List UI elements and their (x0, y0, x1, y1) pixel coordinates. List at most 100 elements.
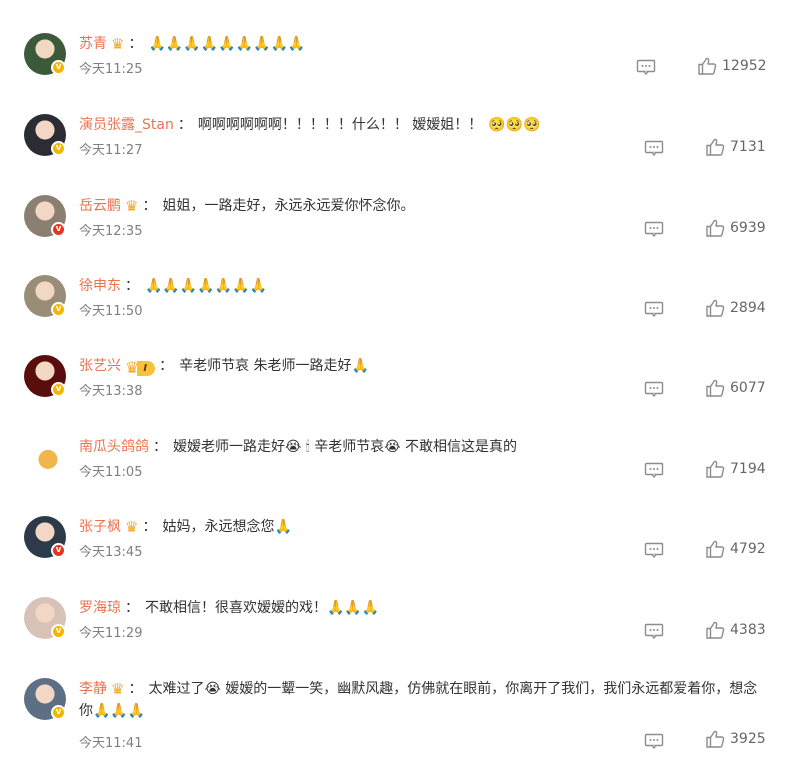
thumbs-up-icon (705, 540, 725, 558)
like-count: 6077 (730, 380, 766, 396)
comment-text-line: 岳云鹏 ♛： 姐姐，一路走好，永远永远爱你怀念你。 (79, 195, 760, 217)
timestamp: 今天11:27 (79, 143, 143, 158)
verified-v-icon: v (51, 302, 66, 317)
thumbs-up-icon (705, 379, 725, 397)
username-link[interactable]: 演员张露_Stan (79, 117, 174, 133)
comment-text: 不敢相信！很喜欢嫒嫒的戏！🙏🙏🙏 (145, 600, 380, 616)
comment-bubble-icon[interactable] (644, 542, 664, 558)
comment-item: v 演员张露_Stan： 啊啊啊啊啊啊！！！！！什么！！ 嫒嫒姐！！ 🥺🥺🥺 今天11:… (0, 114, 794, 194)
comment-text: 太难过了😭 嫒嫒的一颦一笑，幽默风趣，仿佛就在眼前，你离开了我们，我们永远都爱着… (79, 681, 758, 719)
timestamp: 今天12:35 (79, 224, 143, 239)
comment-text: 辛老师节哀 朱老师一路走好🙏 (179, 358, 369, 374)
username-link[interactable]: 南瓜头鸽鸽 (79, 439, 149, 455)
comment-item: 南瓜头鸽鸽： 嫒嫒老师一路走好😭 🕯 辛老师节哀😭 不敢相信这是真的今天11:05… (0, 436, 794, 516)
vip-level-label: I (137, 360, 156, 376)
crown-icon[interactable]: ♛ (111, 33, 124, 55)
verified-v-icon: v (51, 222, 66, 237)
comment-bubble-icon[interactable] (644, 301, 664, 317)
comment-text: 🙏🙏🙏🙏🙏🙏🙏 (145, 278, 268, 294)
separator-colon: ： (177, 117, 192, 133)
like-count: 4383 (730, 622, 766, 638)
separator-colon: ： (142, 519, 157, 535)
comment-bubble-icon[interactable] (644, 221, 664, 237)
thumbs-up-icon (705, 730, 725, 748)
crown-icon[interactable]: ♛ (111, 678, 124, 700)
crown-icon[interactable]: ♛ (125, 516, 138, 538)
like-count: 6939 (730, 220, 766, 236)
verified-v-icon: v (51, 624, 66, 639)
thumbs-up-icon (705, 621, 725, 639)
comment-text-line: 张子枫 ♛： 姑妈，永远想念您🙏 (79, 516, 760, 538)
avatar[interactable] (34, 444, 62, 472)
vip-badge[interactable]: ♛ I (125, 357, 156, 379)
timestamp: 今天11:50 (79, 304, 143, 319)
thumbs-up-icon (705, 219, 725, 237)
like-button[interactable]: 4383 (705, 620, 766, 640)
comment-bubble-icon[interactable] (644, 381, 664, 397)
like-count: 4792 (730, 541, 766, 557)
timestamp: 今天11:25 (79, 62, 143, 77)
comment-bubble-icon[interactable] (644, 462, 664, 478)
like-button[interactable]: 6939 (705, 218, 766, 238)
comment-text-line: 李静 ♛：太难过了😭 嫒嫒的一颦一笑，幽默风趣，仿佛就在眼前，你离开了我们，我们永… (79, 678, 760, 722)
comment-text: 🙏🙏🙏🙏🙏🙏🙏🙏🙏 (148, 36, 306, 52)
comment-bubble-icon[interactable] (644, 623, 664, 639)
like-count: 7131 (730, 139, 766, 155)
like-count: 2894 (730, 300, 766, 316)
separator-colon: ： (159, 358, 174, 374)
comment-bubble-icon[interactable] (636, 59, 656, 75)
separator-colon: ： (153, 439, 167, 455)
crown-icon[interactable]: ♛ (125, 195, 138, 217)
separator-colon: ： (142, 198, 157, 214)
username-link[interactable]: 张子枫 (79, 519, 121, 535)
username-link[interactable]: 罗海琼 (79, 600, 121, 616)
like-count: 7194 (730, 461, 766, 477)
verified-v-icon: v (51, 543, 66, 558)
like-button[interactable]: 7194 (705, 459, 766, 479)
like-button[interactable]: 4792 (705, 539, 766, 559)
comment-text: 嫒嫒老师一路走好😭 🕯 辛老师节哀😭 不敢相信这是真的 (173, 439, 518, 455)
timestamp: 今天11:05 (79, 465, 143, 480)
comment-item: v 苏青 ♛： 🙏🙏🙏🙏🙏🙏🙏🙏🙏 今天11:25 12952 (0, 33, 794, 113)
timestamp: 今天11:41 (79, 736, 143, 751)
comment-bubble-icon[interactable] (644, 140, 664, 156)
comment-item: v 岳云鹏 ♛： 姐姐，一路走好，永远永远爱你怀念你。今天12:35 6939 (0, 195, 794, 275)
verified-v-icon: v (51, 141, 66, 156)
thumbs-up-icon (697, 57, 717, 75)
separator-colon: ： (125, 600, 139, 616)
verified-v-icon: v (51, 60, 66, 75)
avatar-image (34, 444, 62, 472)
username-link[interactable]: 岳云鹏 (79, 198, 121, 214)
comment-text-line: 张艺兴 ♛ I： 辛老师节哀 朱老师一路走好🙏 (79, 355, 760, 379)
like-button[interactable]: 6077 (705, 378, 766, 398)
comment-text-line: 徐申东： 🙏🙏🙏🙏🙏🙏🙏 (79, 275, 760, 297)
comment-list: v 苏青 ♛： 🙏🙏🙏🙏🙏🙏🙏🙏🙏 今天11:25 12952 v 演员张露_Stan：啊啊啊… (0, 0, 794, 766)
username-link[interactable]: 李静 (79, 681, 107, 697)
comment-text: 姑妈，永远想念您🙏 (162, 519, 292, 535)
comment-item: v 张子枫 ♛： 姑妈，永远想念您🙏 今天13:45 4792 (0, 516, 794, 596)
verified-v-icon: v (51, 382, 66, 397)
username-link[interactable]: 徐申东 (79, 278, 121, 294)
comment-text-line: 演员张露_Stan： 啊啊啊啊啊啊！！！！！什么！！ 嫒嫒姐！！ 🥺🥺🥺 (79, 114, 760, 136)
like-button[interactable]: 7131 (705, 137, 766, 157)
like-button[interactable]: 3925 (705, 729, 766, 749)
like-count: 12952 (722, 58, 767, 74)
timestamp: 今天11:29 (79, 626, 143, 641)
thumbs-up-icon (705, 138, 725, 156)
comment-text: 🥺🥺🥺 (488, 117, 541, 133)
username-link[interactable]: 苏青 (79, 36, 107, 52)
like-button[interactable]: 2894 (705, 298, 766, 318)
comment-item: v 罗海琼： 不敢相信！很喜欢嫒嫒的戏！🙏🙏🙏 今天11:29 4383 (0, 597, 794, 677)
comment-text-line: 罗海琼： 不敢相信！很喜欢嫒嫒的戏！🙏🙏🙏 (79, 597, 760, 619)
timestamp: 今天13:38 (79, 384, 143, 399)
comment-item: v 李静 ♛：太难过了😭 嫒嫒的一颦一笑，幽默风趣，仿佛就在眼前，你离开了我们，我们… (0, 678, 794, 758)
like-button[interactable]: 12952 (697, 56, 767, 76)
verified-v-icon: v (51, 705, 66, 720)
username-link[interactable]: 张艺兴 (79, 358, 121, 374)
comment-text-line: 南瓜头鸽鸽： 嫒嫒老师一路走好😭 🕯 辛老师节哀😭 不敢相信这是真的 (79, 436, 760, 458)
comment-bubble-icon[interactable] (644, 733, 664, 749)
comment-text: 姐姐，一路走好，永远永远爱你怀念你。 (162, 198, 415, 214)
separator-colon: ： (128, 681, 143, 697)
separator-colon: ： (125, 278, 139, 294)
comment-text-line: 苏青 ♛： 🙏🙏🙏🙏🙏🙏🙏🙏🙏 (79, 33, 760, 55)
